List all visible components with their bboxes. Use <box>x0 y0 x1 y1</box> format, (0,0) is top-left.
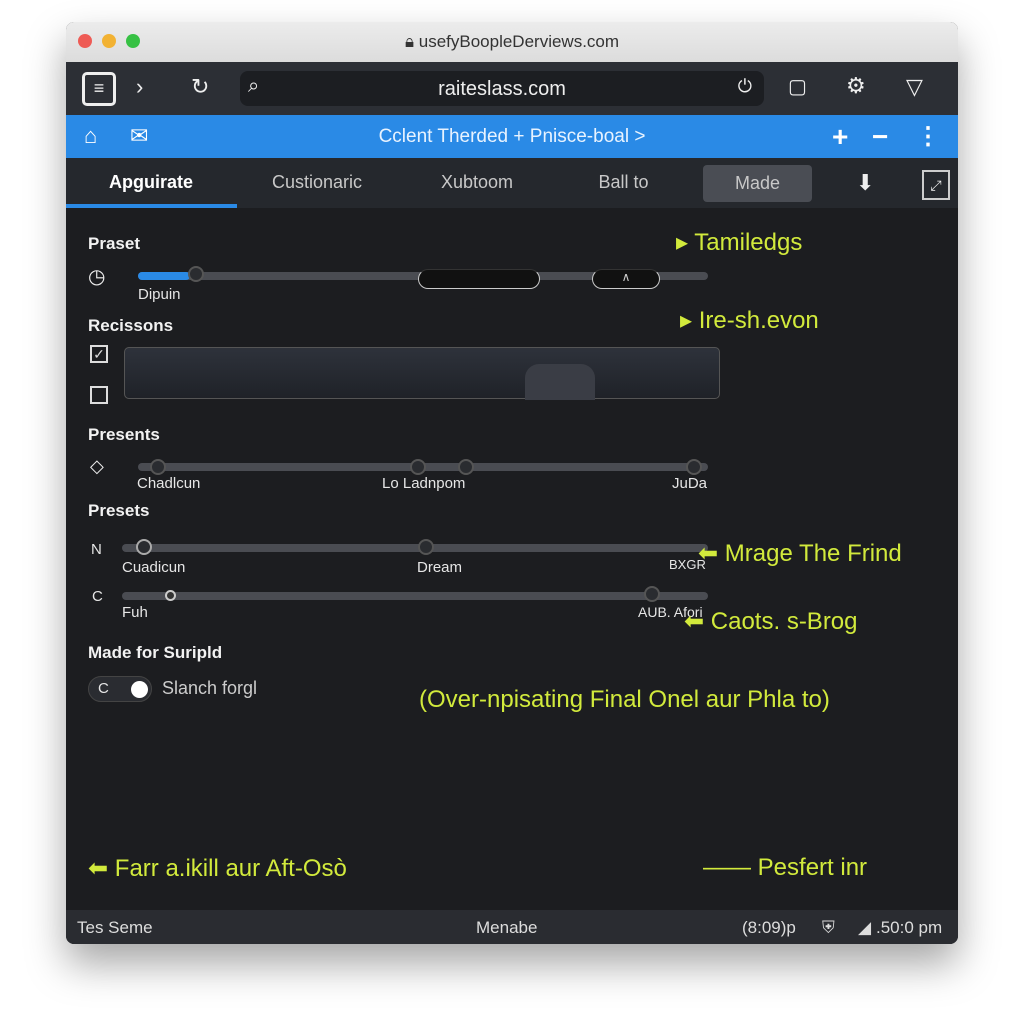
lock-icon: 🔒︎ <box>404 32 419 51</box>
expand-icon[interactable]: ⤢ <box>922 170 950 200</box>
reload-icon[interactable]: ↻ <box>191 74 209 100</box>
browser-window: 🔒︎ usefyBoopleDerviews.com ≡ › ↻ ⌕ raite… <box>66 22 958 944</box>
tab-xubtoom[interactable]: Xubtoom <box>416 172 538 193</box>
status-time-1: (8:09)p <box>742 918 796 937</box>
tab-custionaric[interactable]: Custionaric <box>256 172 378 193</box>
toggle-label: Slanch forgl <box>162 678 258 698</box>
diamond-icon: ◇ <box>90 456 104 476</box>
status-left: Tes Seme <box>77 918 153 937</box>
power-icon[interactable]: ⏻ <box>738 76 752 97</box>
presents-label-2: Lo Ladnpom <box>382 475 466 492</box>
annotation-2: ▸ Ire-sh.evon <box>680 307 819 334</box>
annotation-5: (Over-npisating Final Onel aur Phla to) <box>419 686 830 713</box>
title-bar: 🔒︎ usefyBoopleDerviews.com <box>66 22 958 62</box>
toolbar: ≡ › ↻ ⌕ raiteslass.com ⏻ ▢ ⚙ ▽ <box>66 62 958 115</box>
window-title: 🔒︎ usefyBoopleDerviews.com <box>404 32 620 51</box>
gear-icon[interactable]: ⚙ <box>846 73 866 99</box>
presents-knob-3[interactable] <box>458 459 474 475</box>
preview-panel[interactable] <box>124 347 720 400</box>
sidebar-icon[interactable]: ≡ <box>82 72 116 106</box>
presets-knob-3[interactable] <box>165 590 176 601</box>
active-tab-indicator <box>66 204 237 208</box>
url-text: raiteslass.com <box>438 78 566 100</box>
minus-icon[interactable]: − <box>872 121 888 153</box>
presets-label-1: Cuadicun <box>122 559 186 576</box>
row-prefix-c: C <box>92 588 103 605</box>
section-title-made: Made for Suripld <box>88 643 223 662</box>
preset-slider-fill <box>138 272 190 280</box>
presets-knob-2[interactable] <box>418 539 434 555</box>
status-bar: Tes Seme Menabe (8:09)p ⛨ ◢ .50:0 pm <box>66 910 958 944</box>
forward-icon[interactable]: › <box>136 74 143 100</box>
toggle-switch[interactable]: C <box>88 676 152 702</box>
presents-knob-4[interactable] <box>686 459 702 475</box>
shield-icon[interactable]: ⛨ <box>822 918 835 938</box>
lock-icon[interactable]: ▢ <box>788 74 807 99</box>
dropdown-triangle-icon[interactable]: ▽ <box>906 74 923 100</box>
plus-icon[interactable]: + <box>832 121 848 153</box>
annotation-1: ▸ Tamiledgs <box>676 229 803 256</box>
presets-knob-1[interactable] <box>136 539 152 555</box>
annotation-6-text: Farr a.ikill aur Aft-Osò <box>114 855 347 882</box>
presents-label-1: Chadlcun <box>137 475 201 492</box>
annotation-7-text: Pesfert inr <box>757 854 868 881</box>
timer-icon: ◷ <box>88 266 106 288</box>
checkbox-checked[interactable]: ✓ <box>90 345 108 363</box>
section-title-recissons: Recissons <box>88 316 174 335</box>
download-icon[interactable]: ⬇ <box>856 170 874 196</box>
annotation-2-text: Ire-sh.evon <box>698 307 819 334</box>
presets-label-2: Dream <box>417 559 463 576</box>
checkbox-unchecked[interactable] <box>90 386 108 404</box>
caret-up-handle[interactable]: ∧ <box>592 269 660 289</box>
panel-notch <box>525 364 595 400</box>
slider-label: Dipuin <box>138 286 181 303</box>
presents-knob-2[interactable] <box>410 459 426 475</box>
annotation-6: ⬅ Farr a.ikill aur Aft-Osò <box>88 855 347 882</box>
presets-slider-1[interactable] <box>122 544 708 552</box>
annotation-7: —— Pesfert inr <box>703 854 868 881</box>
address-bar[interactable]: ⌕ raiteslass.com ⏻ <box>240 71 764 106</box>
toggle-knob <box>131 681 148 698</box>
more-icon[interactable]: ⋮ <box>916 122 940 151</box>
toggle-prefix: C <box>98 680 109 697</box>
app-header: ⌂ ✉ Cclent Therded + Pnisce-boal > + − ⋮ <box>66 115 958 158</box>
presents-label-3: JuDa <box>672 475 708 492</box>
annotation-4: ⬅ Caots. s-Brog <box>684 608 858 635</box>
volume-icon[interactable]: ◢ <box>858 918 871 938</box>
tab-made[interactable]: Made <box>703 165 812 202</box>
presets-knob-4[interactable] <box>644 586 660 602</box>
presets-label-4: Fuh <box>122 604 148 621</box>
tab-ball-to[interactable]: Ball to <box>566 172 681 193</box>
preset-slider-knob[interactable] <box>188 266 204 282</box>
annotation-1-text: Tamiledgs <box>694 229 803 256</box>
section-title-presents: Presents <box>88 425 160 444</box>
presets-slider-2[interactable] <box>122 592 708 600</box>
breadcrumb[interactable]: Cclent Therded + Pnisce-boal > <box>66 126 958 148</box>
presents-knob-1[interactable] <box>150 459 166 475</box>
annotation-4-text: Caots. s-Brog <box>710 608 858 635</box>
range-handle[interactable] <box>418 269 540 289</box>
status-time-2: .50:0 pm <box>876 918 943 937</box>
status-center: Menabe <box>476 918 538 937</box>
tab-apguirate[interactable]: Apguirate <box>86 172 216 193</box>
annotation-3: ⬅ Mrage The Frind <box>698 540 902 567</box>
section-title-praset: Praset <box>88 234 140 253</box>
tab-bar: Apguirate Custionaric Xubtoom Ball to Ma… <box>66 158 958 208</box>
section-title-presets: Presets <box>88 501 150 520</box>
row-prefix-n: N <box>91 541 102 558</box>
annotation-3-text: Mrage The Frind <box>724 540 902 567</box>
